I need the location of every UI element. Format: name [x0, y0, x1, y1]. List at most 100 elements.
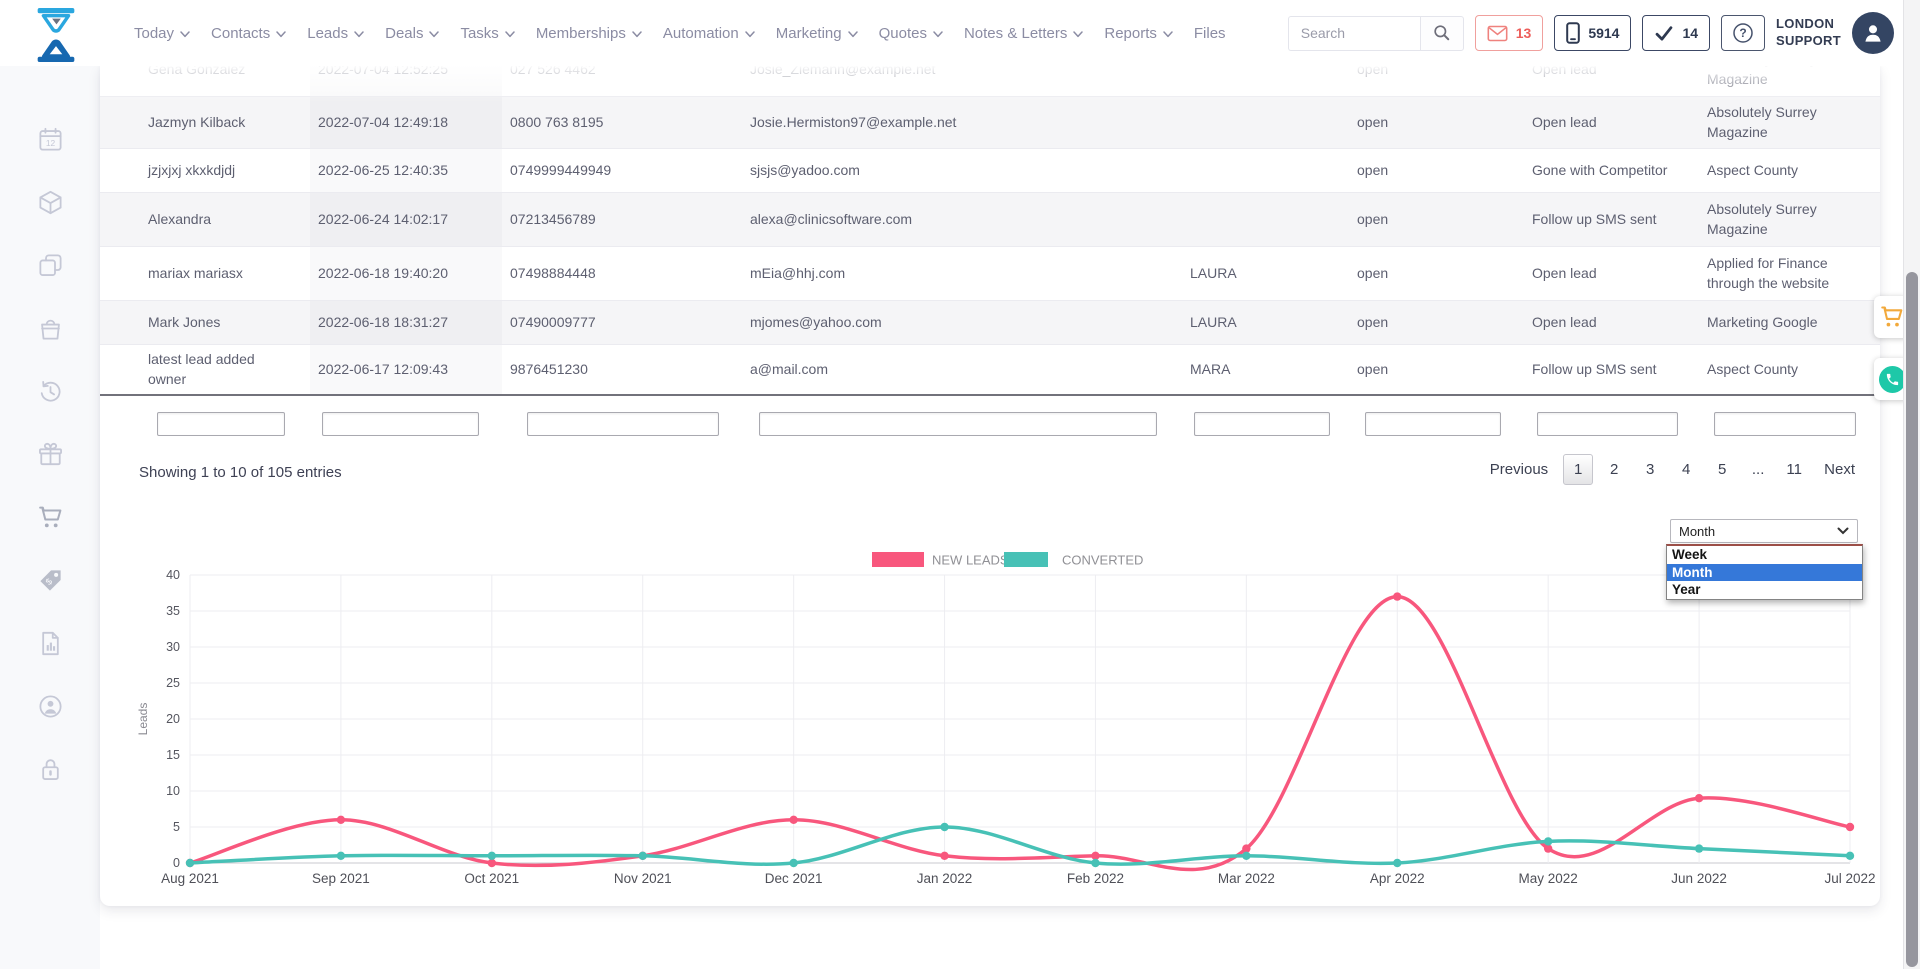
scrollbar-track[interactable] — [1903, 0, 1920, 969]
cell-text: 2022-07-04 12:49:18 — [318, 113, 448, 133]
chevron-down-icon — [354, 31, 364, 38]
cell-phone: 0800 763 8195 — [502, 97, 742, 148]
nav-item-leads[interactable]: Leads — [307, 25, 364, 42]
cell-text: Aspect County — [1707, 360, 1798, 380]
cell-lead-status: Gone with Competitor — [1524, 149, 1699, 192]
filter-input-phone[interactable] — [527, 412, 719, 436]
account-name: LONDON SUPPORT — [1776, 16, 1841, 50]
page-number-3[interactable]: 3 — [1635, 454, 1665, 485]
page-number-2[interactable]: 2 — [1599, 454, 1629, 485]
cell-date: 2022-06-17 12:09:43 — [310, 345, 502, 394]
cell-name: jzjxjxj xkxkdjdj — [140, 149, 310, 192]
cell-text: Josie.Hermiston97@example.net — [750, 113, 956, 133]
period-select[interactable]: Month — [1670, 519, 1858, 543]
nav-item-files[interactable]: Files — [1194, 25, 1226, 42]
sidebar-item-history[interactable] — [37, 378, 64, 405]
filter-input-email[interactable] — [759, 412, 1157, 436]
sidebar-item-copy[interactable] — [37, 252, 64, 279]
page-number-4[interactable]: 4 — [1671, 454, 1701, 485]
user-circle-icon — [37, 693, 64, 720]
search-input[interactable] — [1288, 16, 1420, 51]
cell-text: LAURA — [1190, 313, 1237, 333]
nav-item-contacts[interactable]: Contacts — [211, 25, 286, 42]
data-point — [639, 852, 647, 860]
cell-text: open — [1357, 210, 1388, 230]
search-button[interactable] — [1420, 16, 1464, 51]
cell-text: 2022-06-17 12:09:43 — [318, 360, 448, 380]
sms-notifications-button[interactable]: 5914 — [1554, 15, 1631, 51]
dropdown-option-year[interactable]: Year — [1667, 581, 1862, 599]
page-number-5[interactable]: 5 — [1707, 454, 1737, 485]
sidebar-item-lock[interactable] — [37, 756, 64, 783]
cell-text: Gena Gonzalez — [148, 66, 245, 80]
page-ellipsis[interactable]: ... — [1743, 454, 1773, 485]
y-tick-label: 40 — [166, 568, 180, 582]
sidebar-item-report[interactable] — [37, 630, 64, 657]
filter-input-name[interactable] — [157, 412, 285, 436]
cell-text: jzjxjxj xkxkdjdj — [148, 161, 235, 181]
table-row[interactable]: Jazmyn Kilback 2022-07-04 12:49:18 0800 76… — [100, 96, 1880, 148]
data-point — [1242, 852, 1250, 860]
sidebar-item-user-circle[interactable] — [37, 693, 64, 720]
page-number-1[interactable]: 1 — [1563, 454, 1593, 485]
nav-item-notes-letters[interactable]: Notes & Letters — [964, 25, 1083, 42]
filter-input-source[interactable] — [1714, 412, 1856, 436]
page-label: 2 — [1610, 461, 1618, 478]
x-tick-label: Jan 2022 — [917, 871, 973, 886]
table-row[interactable]: mariax mariasx2022-06-18 19:40:200749888… — [100, 246, 1880, 300]
nav-item-quotes[interactable]: Quotes — [879, 25, 943, 42]
cell-text: Jazmyn Kilback — [148, 113, 245, 133]
nav-item-automation[interactable]: Automation — [663, 25, 755, 42]
y-tick-label: 25 — [166, 676, 180, 690]
scrollbar-thumb[interactable] — [1906, 272, 1918, 967]
filter-input-status[interactable] — [1365, 412, 1501, 436]
cell-text: Open lead — [1532, 66, 1597, 80]
nav-item-memberships[interactable]: Memberships — [536, 25, 642, 42]
page-previous[interactable]: Previous — [1481, 454, 1557, 485]
nav-item-today[interactable]: Today — [134, 25, 190, 42]
cell-phone: 0749999449949 — [502, 149, 742, 192]
cell-name: latest lead added owner — [140, 345, 310, 394]
table-row[interactable]: Gena Gonzalez2022-07-04 12:52:25027 526 … — [100, 66, 1880, 96]
table-row[interactable]: Alexandra2022-06-24 14:02:1707213456789a… — [100, 192, 1880, 246]
cell-date: 2022-07-04 12:52:25 — [310, 66, 502, 96]
data-point — [337, 816, 345, 824]
nav-item-deals[interactable]: Deals — [385, 25, 439, 42]
nav-item-reports[interactable]: Reports — [1104, 25, 1173, 42]
search-box — [1288, 16, 1464, 51]
help-button[interactable]: ? — [1721, 15, 1765, 51]
sidebar-item-bag[interactable] — [37, 315, 64, 342]
data-point — [1695, 794, 1703, 802]
table-row[interactable]: latest lead added owner 2022-06-17 12:09:… — [100, 344, 1880, 396]
filter-input-owner[interactable] — [1194, 412, 1330, 436]
page-next[interactable]: Next — [1815, 454, 1864, 485]
sidebar-item-cart[interactable] — [37, 504, 64, 531]
dropdown-option-week[interactable]: Week — [1667, 546, 1862, 564]
sidebar-item-cube[interactable] — [37, 189, 64, 216]
sidebar-item-gift[interactable] — [37, 441, 64, 468]
sidebar-item-calendar[interactable]: 12 — [37, 126, 64, 153]
nav-item-marketing[interactable]: Marketing — [776, 25, 858, 42]
chevron-down-icon — [505, 31, 515, 38]
gift-icon — [37, 441, 64, 468]
tasks-notifications-button[interactable]: 14 — [1642, 15, 1710, 51]
cell-lead-status: Open lead — [1524, 301, 1699, 344]
filter-input-date[interactable] — [322, 412, 479, 436]
sidebar-item-price-tag[interactable]: $ — [37, 567, 64, 594]
cell-text: Absolutely Surrey Magazine — [1707, 66, 1862, 90]
nav-item-label: Deals — [385, 25, 423, 42]
cell-text: Mark Jones — [148, 313, 220, 333]
cell-text: Alexandra — [148, 210, 211, 230]
report-icon — [37, 630, 64, 657]
page-number-11[interactable]: 11 — [1779, 454, 1809, 485]
nav-item-tasks[interactable]: Tasks — [460, 25, 514, 42]
y-tick-label: 30 — [166, 640, 180, 654]
table-row[interactable]: jzjxjxj xkxkdjdj2022-06-25 12:40:3507499… — [100, 148, 1880, 192]
legend-label: NEW LEADS — [932, 553, 1009, 568]
table-row[interactable]: Mark Jones2022-06-18 18:31:2707490009777… — [100, 300, 1880, 344]
filter-input-lead-status[interactable] — [1537, 412, 1678, 436]
app-logo[interactable] — [30, 7, 82, 63]
user-avatar[interactable] — [1852, 12, 1894, 54]
dropdown-option-month[interactable]: Month — [1667, 564, 1862, 582]
email-notifications-button[interactable]: 13 — [1475, 15, 1544, 51]
